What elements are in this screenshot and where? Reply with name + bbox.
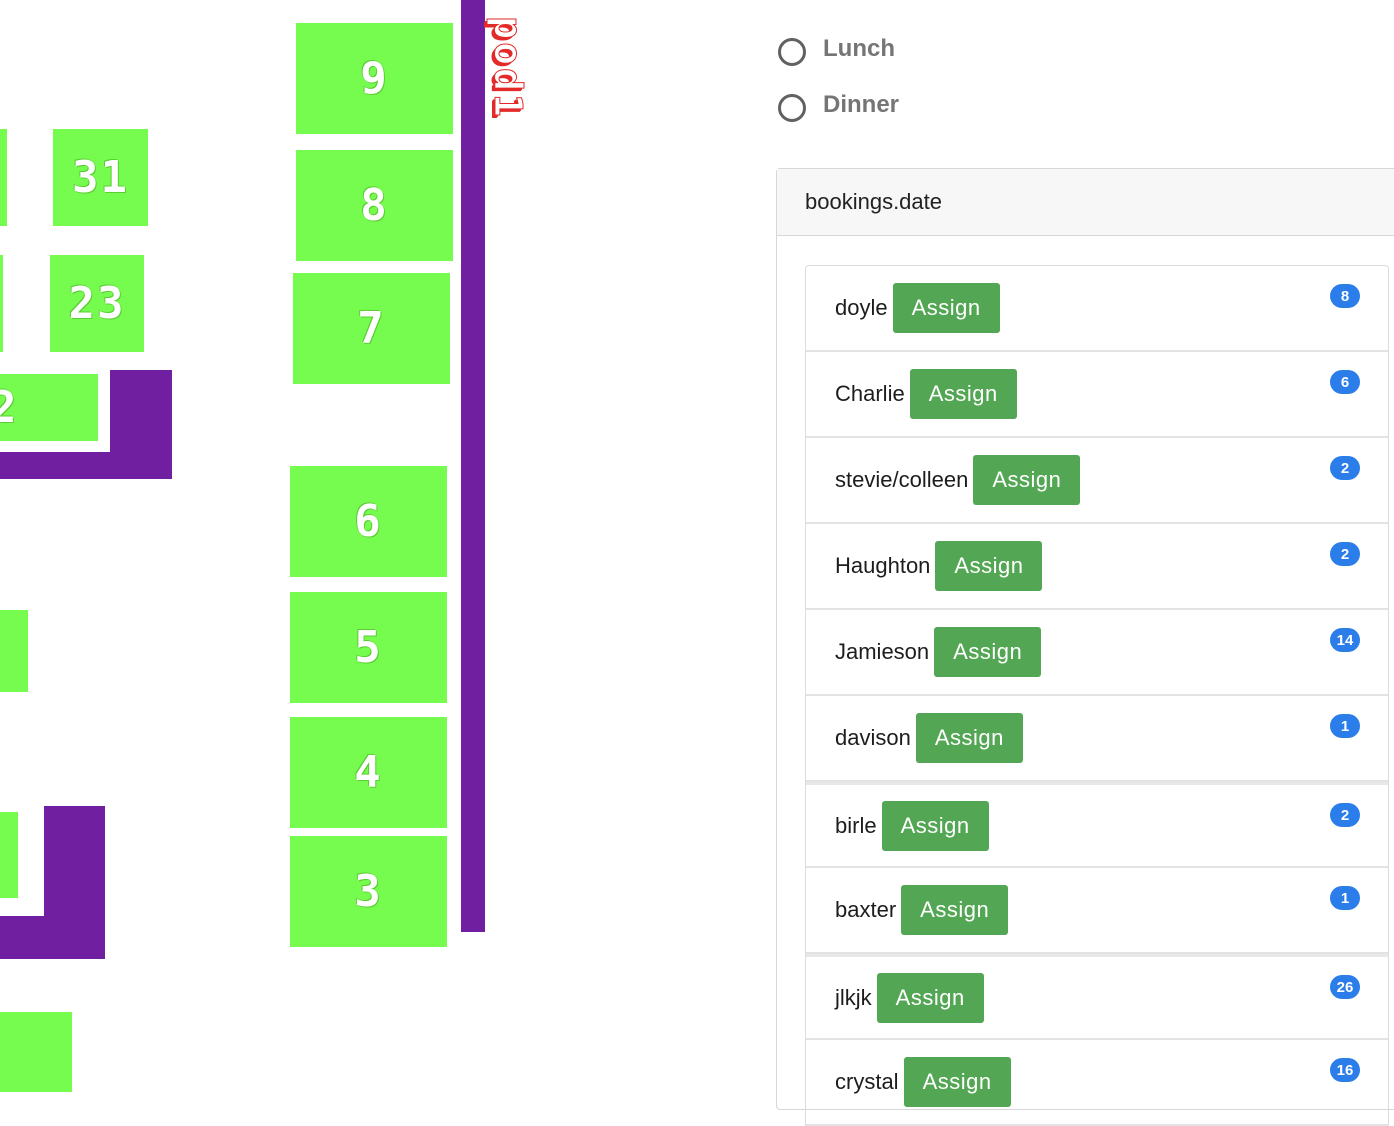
table-3[interactable]: 3 [290,836,447,947]
table-23[interactable]: 23 [50,255,144,352]
booking-name: crystal [835,1069,899,1094]
bookings-panel: bookings.date doyle Assign 8 Charlie Ass… [776,168,1394,1126]
assign-button[interactable]: Assign [973,455,1081,505]
assign-button[interactable]: Assign [909,369,1017,419]
guest-count-badge: 6 [1330,370,1360,394]
booking-name: jlkjk [835,984,872,1010]
booking-item: stevie/colleen Assign 2 [806,438,1388,524]
guest-count-badge: 2 [1330,456,1360,480]
booking-item: davison Assign 1 [806,696,1388,782]
booking-item: doyle Assign 8 [806,266,1388,352]
guest-count-badge: 14 [1330,628,1360,652]
table-5[interactable]: 5 [290,592,447,703]
guest-count-badge: 1 [1330,714,1360,738]
guest-count-badge: 26 [1330,975,1360,999]
table-2[interactable]: 2 [0,374,98,441]
table-partial[interactable] [0,255,3,352]
radio-circle-icon[interactable] [778,38,806,66]
table-8[interactable]: 8 [296,150,453,261]
table-partial[interactable] [0,812,18,898]
table-partial[interactable] [0,129,7,226]
guest-count-badge: 2 [1330,542,1360,566]
guest-count-badge: 16 [1330,1058,1360,1082]
bookings-list: doyle Assign 8 Charlie Assign 6 stevie/c… [805,265,1389,1126]
bookings-panel-header: bookings.date [777,169,1394,236]
booking-name: birle [835,812,877,838]
assign-button[interactable]: Assign [892,283,1000,333]
assign-button[interactable]: Assign [876,972,984,1023]
guest-count-badge: 2 [1330,803,1360,827]
booking-item: Haughton Assign 2 [806,524,1388,610]
radio-dinner-label: Dinner [823,91,900,118]
table-4[interactable]: 4 [290,717,447,828]
booking-item: baxter Assign 1 [806,868,1388,954]
pod-sign-text: pod1 [486,16,531,121]
booking-name: Jamieson [835,639,930,664]
booking-name: Charlie [835,381,905,406]
table-partial[interactable] [0,1012,72,1092]
table-partial[interactable] [0,610,28,692]
radio-lunch-label: Lunch [823,35,895,62]
assign-button[interactable]: Assign [901,885,1009,935]
booking-item: crystal Assign 16 [806,1040,1388,1126]
table-31[interactable]: 31 [53,129,148,226]
table-7[interactable]: 7 [293,273,450,384]
booking-name: stevie/colleen [835,467,969,492]
booking-item: birle Assign 2 [806,782,1388,868]
assign-button[interactable]: Assign [935,541,1043,591]
assign-button[interactable]: Assign [915,713,1023,763]
booking-item: Jamieson Assign 14 [806,610,1388,696]
guest-count-badge: 1 [1330,886,1360,910]
table-2-label: 2 [0,382,19,433]
wall-strip-upper [0,452,172,479]
bookings-date-title: bookings.date [805,189,942,214]
booking-name: Haughton [835,553,931,578]
booking-item: jlkjk Assign 26 [806,954,1388,1040]
booking-item: Charlie Assign 6 [806,352,1388,438]
wall-strip-lower [0,916,105,959]
guest-count-badge: 8 [1330,284,1360,308]
booking-name: davison [835,725,911,750]
table-6[interactable]: 6 [290,466,447,577]
radio-lunch[interactable]: Lunch [778,32,895,66]
booking-name: baxter [835,897,897,922]
table-9[interactable]: 9 [296,23,453,134]
wall-bar-vertical [461,0,485,932]
assign-button[interactable]: Assign [881,800,989,851]
radio-dinner[interactable]: Dinner [778,88,899,122]
assign-button[interactable]: Assign [934,627,1042,677]
pod-sign: pod1 [486,0,531,138]
floor-plan: 9 8 7 6 5 4 3 31 23 2 pod1 [0,0,760,1092]
booking-name: doyle [835,295,888,320]
radio-circle-icon[interactable] [778,94,806,122]
assign-button[interactable]: Assign [903,1057,1011,1107]
